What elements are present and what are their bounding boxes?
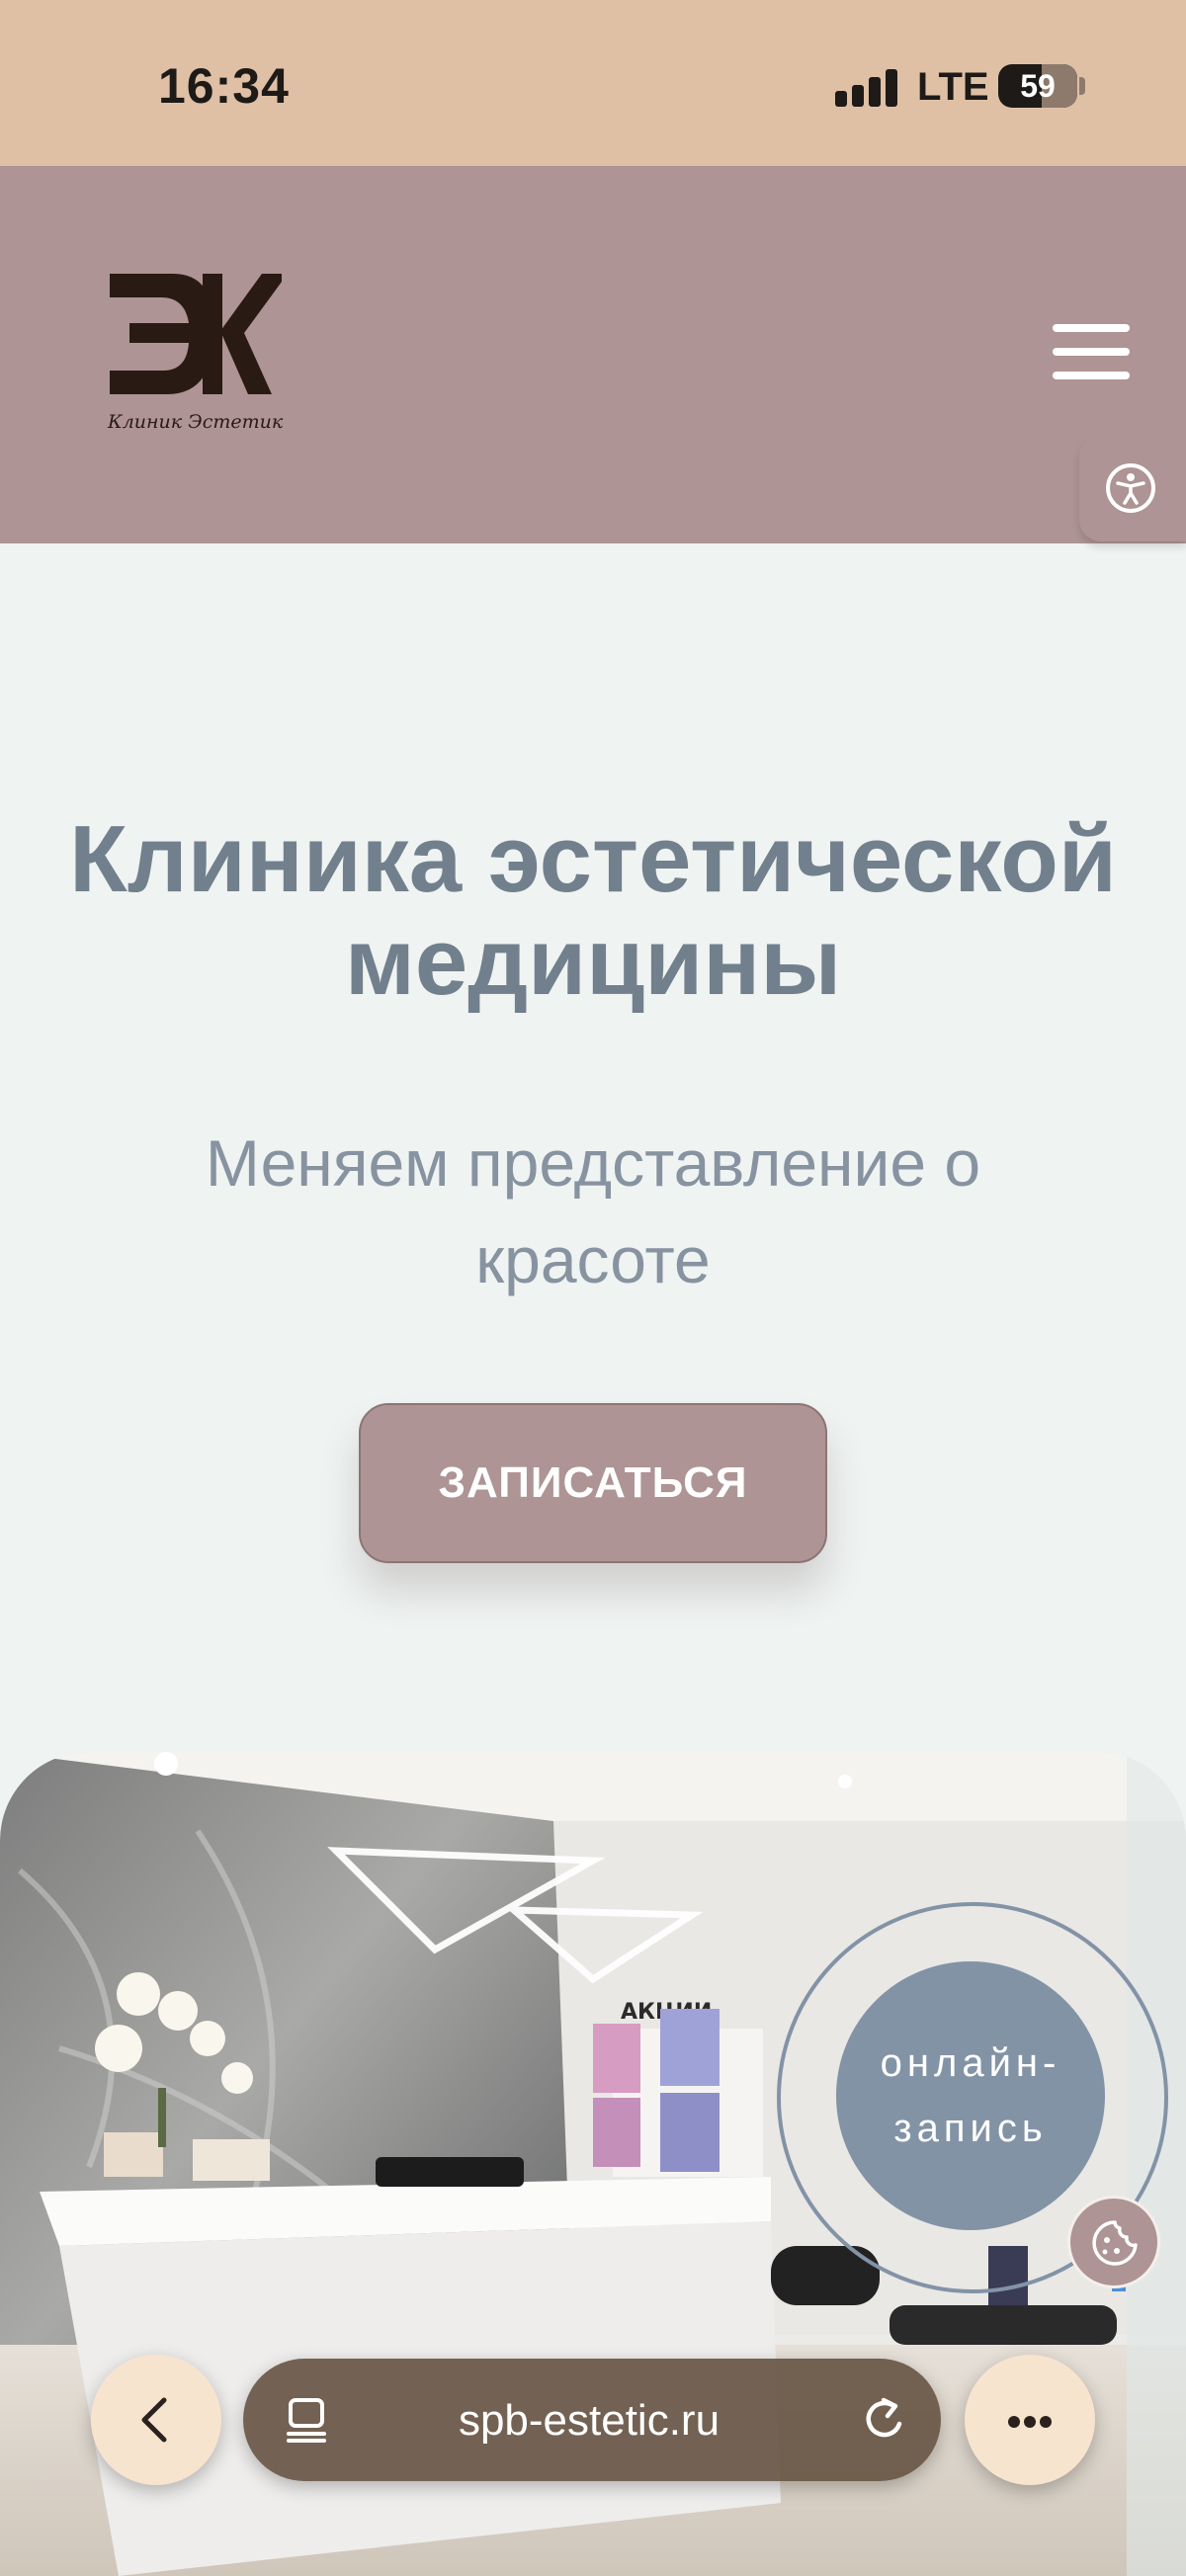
logo[interactable]: Клиник Эстетик <box>104 270 284 438</box>
online-booking-button[interactable]: онлайн- запись <box>836 1961 1105 2230</box>
cookie-button[interactable] <box>1067 2196 1160 2288</box>
site-header: Клиник Эстетик <box>0 166 1186 543</box>
battery-level: 59 <box>1020 68 1056 104</box>
back-arrow-icon <box>141 2397 167 2443</box>
signal-icon <box>835 67 897 107</box>
battery-tip <box>1079 77 1085 95</box>
hero-title-line1: Клиника эстетической <box>69 806 1117 912</box>
logo-text: Клиник Эстетик <box>108 411 284 433</box>
hero-subtitle-line1: Меняем представление о <box>205 1126 981 1200</box>
booking-line1: онлайн- <box>880 2041 1061 2085</box>
menu-icon[interactable] <box>1053 324 1134 385</box>
hero-title-line2: медицины <box>344 909 842 1015</box>
address-bar[interactable]: spb-estetic.ru <box>243 2359 941 2481</box>
logo-mark <box>110 274 282 394</box>
accessibility-button[interactable] <box>1079 435 1186 541</box>
book-button[interactable]: ЗАПИСАТЬСЯ <box>359 1403 827 1563</box>
battery-icon: 59 <box>998 64 1077 108</box>
network-type: LTE <box>917 65 989 109</box>
back-button[interactable] <box>91 2355 221 2485</box>
url-text[interactable]: spb-estetic.ru <box>342 2396 836 2446</box>
status-bar: 16:34 LTE 59 <box>0 0 1186 166</box>
more-button[interactable] <box>965 2355 1095 2485</box>
cookie-icon <box>1092 2220 1138 2266</box>
hero-subtitle: Меняем представление о красоте <box>148 1115 1038 1308</box>
accessibility-icon <box>1106 463 1155 513</box>
tabs-icon[interactable] <box>285 2396 330 2444</box>
hero-title: Клиника эстетической медицины <box>0 808 1186 1014</box>
status-time: 16:34 <box>158 58 290 114</box>
hero-subtitle-line2: красоте <box>475 1223 711 1296</box>
reload-icon[interactable] <box>860 2394 909 2446</box>
booking-line2: запись <box>893 2107 1048 2150</box>
